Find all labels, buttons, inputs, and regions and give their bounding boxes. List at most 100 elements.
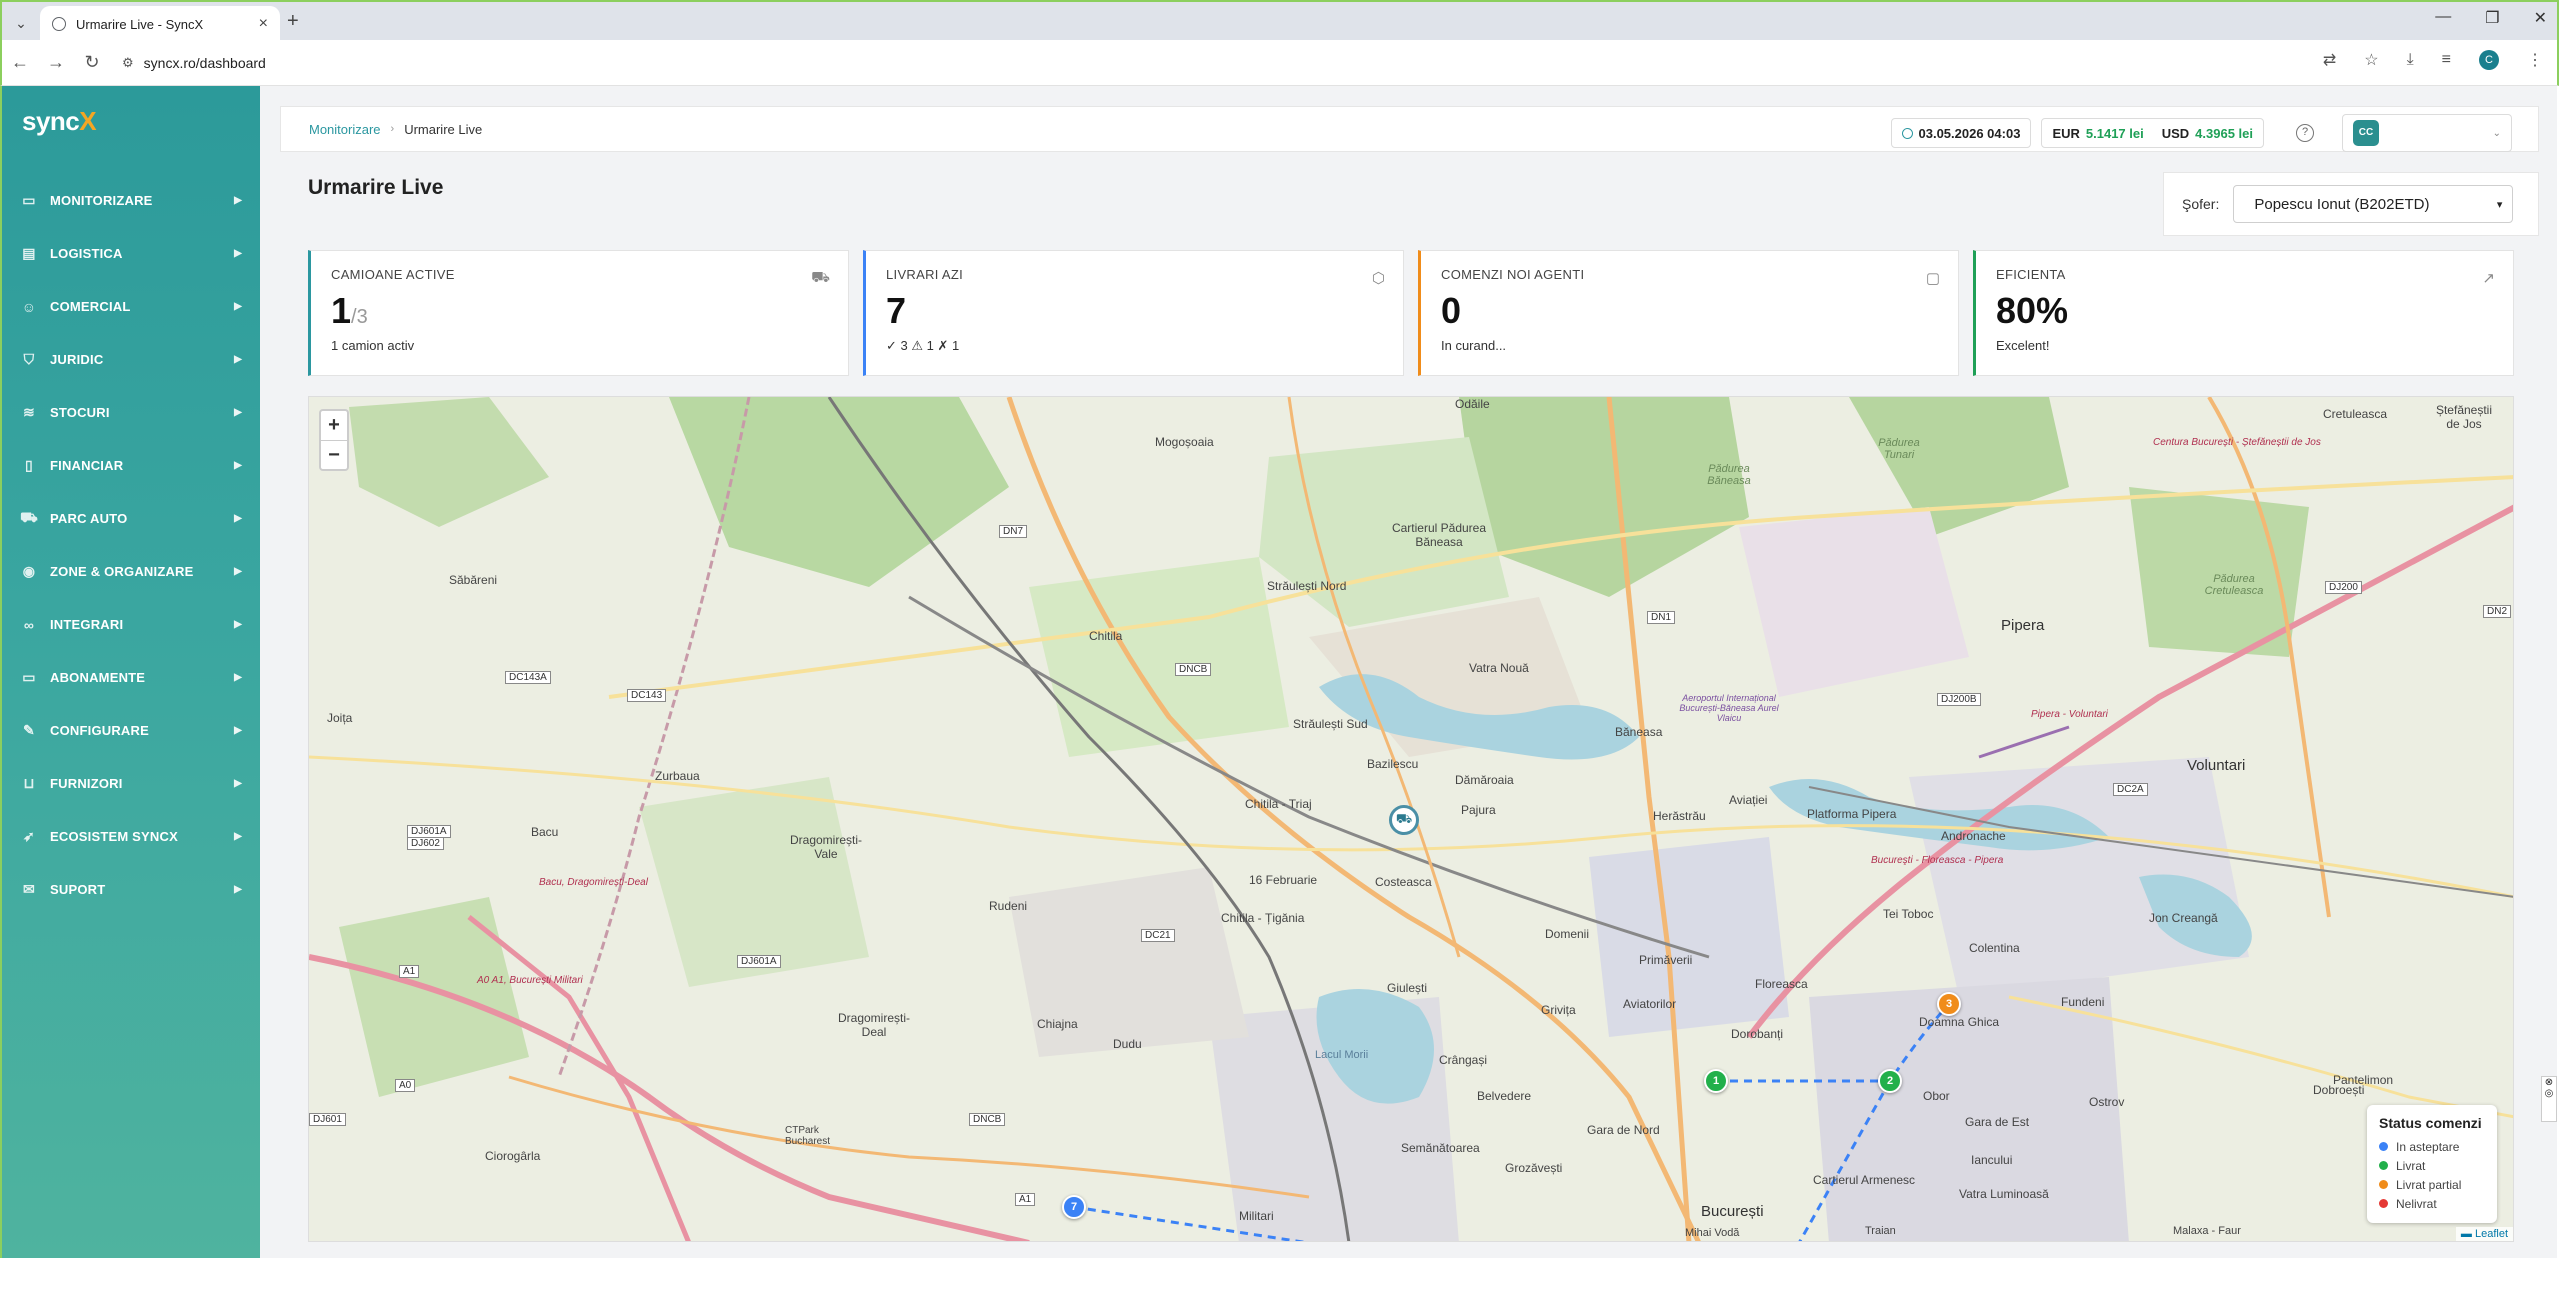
place-label: Bacu: [531, 825, 559, 839]
clipboard-icon: ▤: [22, 245, 36, 261]
road-label: DNCB: [969, 1113, 1006, 1126]
sidebar-item-comercial[interactable]: ☺ COMERCIAL ▶: [2, 280, 260, 333]
help-icon[interactable]: ?: [2296, 124, 2314, 142]
chevron-right-icon: ▶: [234, 248, 242, 259]
sidebar-item-juridic[interactable]: ⛉ JURIDIC ▶: [2, 333, 260, 386]
truck-icon: ⛟: [811, 269, 830, 286]
translate-icon[interactable]: ⇄: [2323, 50, 2336, 70]
reload-icon[interactable]: ↻: [74, 52, 110, 73]
sidebar-item-logistica[interactable]: ▤ LOGISTICA ▶: [2, 227, 260, 280]
sidebar-item-abonamente[interactable]: ▭ ABONAMENTE ▶: [2, 651, 260, 704]
sidebar-item-ecosistem-syncx[interactable]: ➶ ECOSISTEM SYNCX ▶: [2, 810, 260, 863]
road-label: DC143: [627, 689, 667, 702]
road-label: DJ200B: [1937, 693, 1981, 706]
restore-icon[interactable]: ❐: [2485, 8, 2499, 28]
site-info-icon[interactable]: ⚙: [122, 55, 134, 71]
road-label: DC2A: [2113, 783, 2148, 796]
url-text[interactable]: syncx.ro/dashboard: [144, 55, 266, 71]
stat-card-footer: In curand...: [1441, 338, 1507, 353]
place-label: Dămăroaia: [1455, 773, 1514, 787]
map-pin-icon: ◉: [22, 563, 36, 579]
close-window-icon[interactable]: ✕: [2534, 8, 2547, 28]
page-title: Urmarire Live: [308, 176, 444, 199]
sidebar-item-stocuri[interactable]: ≋ STOCURI ▶: [2, 386, 260, 439]
road-label: DN7: [999, 525, 1028, 538]
stats-cards: CAMIOANE ACTIVE ⛟ 1/3 1 camion activ LIVRARI…: [308, 250, 2514, 376]
profile-avatar[interactable]: C: [2479, 50, 2499, 70]
chevron-right-icon: ▶: [234, 195, 242, 206]
live-map[interactable]: + − Odăile Mogoșoaia Străulești Nord Car…: [308, 396, 2514, 1242]
sidebar-item-parc-auto[interactable]: ⛟ PARC AUTO ▶: [2, 492, 260, 545]
browser-tab-active[interactable]: Urmarire Live - SyncX ×: [40, 6, 280, 42]
legend-dot-icon: [2379, 1161, 2388, 1170]
place-label: Cartierul Armenesc: [1813, 1173, 1916, 1187]
back-icon[interactable]: ←: [2, 52, 38, 73]
tab-search-chevron-icon[interactable]: ⌄: [10, 12, 32, 34]
sidebar-item-configurare[interactable]: ✎ CONFIGURARE ▶: [2, 704, 260, 757]
sidebar-item-label: ZONE & ORGANIZARE: [50, 564, 194, 579]
road-label: A1: [1015, 1193, 1036, 1206]
driver-filter: Şofer: Popescu Ionut (B202ETD) ▾: [2163, 172, 2539, 236]
sidebar-item-suport[interactable]: ✉ SUPORT ▶: [2, 863, 260, 916]
address-bar[interactable]: ⚙ syncx.ro/dashboard: [122, 55, 266, 71]
delivery-marker[interactable]: 7: [1062, 1195, 1086, 1219]
place-label: Primăverii: [1639, 953, 1693, 967]
wrench-icon: ✎: [23, 722, 35, 738]
sidebar-item-zone-organizare[interactable]: ◉ ZONE & ORGANIZARE ▶: [2, 545, 260, 598]
stat-card: CAMIOANE ACTIVE ⛟ 1/3 1 camion activ: [308, 250, 849, 376]
truck-marker-icon[interactable]: ⛟: [1389, 805, 1419, 835]
minimize-icon[interactable]: —: [2435, 8, 2451, 28]
place-label: Cretuleasca: [2323, 407, 2388, 421]
place-label: Domenii: [1545, 927, 1590, 941]
road-label: DJ601A: [737, 955, 781, 968]
stat-card-value: 1/3: [331, 290, 828, 332]
zoom-out-button[interactable]: −: [321, 440, 347, 469]
side-widget[interactable]: ⊗ ◎: [2541, 1076, 2557, 1122]
place-label: Iancului: [1971, 1153, 2013, 1167]
place-label: Pădurea Tunari: [1878, 437, 1920, 461]
stat-card-footer: Excelent!: [1996, 338, 2050, 353]
chevron-right-icon: ▶: [234, 460, 242, 471]
chevron-right-icon: ▶: [234, 354, 242, 365]
stat-value-sub: /3: [351, 306, 368, 328]
delivery-marker[interactable]: 2: [1878, 1069, 1902, 1093]
zoom-in-button[interactable]: +: [321, 411, 347, 440]
attribution-text[interactable]: Leaflet: [2475, 1228, 2508, 1240]
road-label: DC21: [1141, 929, 1175, 942]
layers-icon: ≋: [23, 404, 35, 420]
browser-menu-icon[interactable]: ⋮: [2527, 50, 2543, 70]
delivery-marker[interactable]: 1: [1704, 1069, 1728, 1093]
chevron-down-icon: ▾: [2496, 198, 2503, 211]
bookmark-star-icon[interactable]: ☆: [2364, 50, 2378, 70]
place-label: Odăile: [1455, 397, 1490, 411]
sidebar-item-integrari[interactable]: ∞ INTEGRARI ▶: [2, 598, 260, 651]
sidebar-item-furnizori[interactable]: ⊔ FURNIZORI ▶: [2, 757, 260, 810]
driver-select[interactable]: Popescu Ionut (B202ETD) ▾: [2233, 185, 2514, 223]
delivery-marker[interactable]: 3: [1937, 992, 1961, 1016]
truck-icon: ⛟: [20, 509, 38, 525]
sidebar-item-financiar[interactable]: ▯ FINANCIAR ▶: [2, 439, 260, 492]
place-label: Mogoșoaia: [1155, 435, 1214, 449]
usd-value: 4.3965 lei: [2195, 125, 2253, 141]
legend-label: Livrat partial: [2396, 1177, 2462, 1192]
sidebar-item-label: INTEGRARI: [50, 617, 124, 632]
new-tab-button[interactable]: +: [287, 10, 299, 33]
syncx-logo[interactable]: syncX: [22, 106, 97, 137]
close-tab-icon[interactable]: ×: [259, 15, 268, 33]
legend-dot-icon: [2379, 1199, 2388, 1208]
leaflet-attribution[interactable]: ▬ Leaflet: [2455, 1227, 2513, 1241]
place-label: Traian: [1865, 1225, 1896, 1237]
sidebar-item-monitorizare[interactable]: ▭ MONITORIZARE ▶: [2, 174, 260, 227]
stat-card: LIVRARI AZI ⬡ 7 ✓ 3 ⚠ 1 ✗ 1: [863, 250, 1404, 376]
breadcrumb-monitorizare[interactable]: Monitorizare: [309, 122, 381, 137]
browser-toolbar: ← → ↻ ⚙ syncx.ro/dashboard ⇄ ☆ ⤓ ≡ C ⋮: [0, 40, 2559, 86]
sidebar-item-label: SUPORT: [50, 882, 106, 897]
forward-icon[interactable]: →: [38, 52, 74, 73]
chevron-down-icon: ⌄: [2492, 127, 2501, 139]
reading-list-icon[interactable]: ≡: [2442, 51, 2451, 69]
top-header: Monitorizare › Urmarire Live 03.05.2026 …: [280, 106, 2539, 152]
breadcrumb-separator-icon: ›: [390, 123, 395, 135]
legend-item: Nelivrat: [2379, 1194, 2485, 1213]
download-icon[interactable]: ⤓: [2407, 51, 2414, 69]
user-menu[interactable]: CC ⌄: [2342, 114, 2512, 152]
